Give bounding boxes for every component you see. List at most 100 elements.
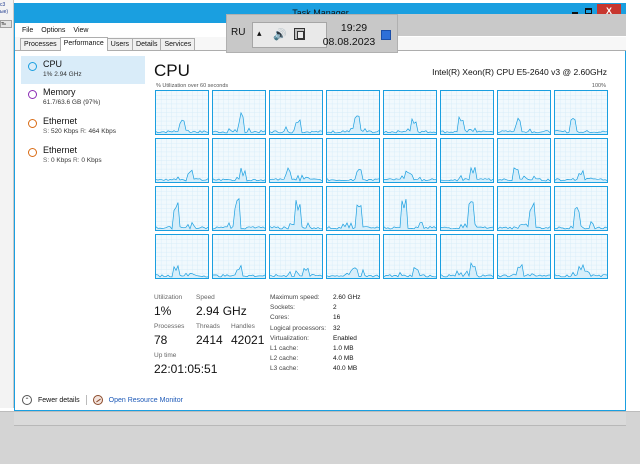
network-icon[interactable] — [294, 28, 305, 40]
resource-monitor-icon — [92, 395, 103, 405]
background-text-fragment: ые) — [0, 9, 9, 15]
taskbar-empty-area — [398, 14, 626, 36]
taskbar — [0, 411, 640, 464]
background-window-left: c3 ые) ть — [0, 0, 14, 408]
menu-view[interactable]: View — [73, 27, 88, 34]
logical-processor-graph — [554, 90, 608, 135]
chevron-up-icon[interactable]: ⌃ — [22, 395, 32, 405]
logical-processor-graph — [440, 138, 494, 183]
speed-label: Speed — [196, 294, 215, 301]
handles-label: Handles — [231, 323, 255, 330]
resource-item-ethernet-2[interactable]: Ethernet S: 0 Kbps R: 0 Kbps — [21, 142, 145, 171]
logical-processor-graph — [497, 186, 551, 231]
threads-label: Threads — [196, 323, 220, 330]
resource-item-cpu[interactable]: CPU 1% 2.94 GHz — [21, 56, 145, 84]
logical-processor-graph — [155, 90, 209, 135]
logical-processor-graph — [326, 186, 380, 231]
resource-item-memory[interactable]: Memory 61.7/63.6 GB (97%) — [21, 84, 145, 113]
background-window-right — [626, 0, 640, 408]
processes-label: Processes — [154, 323, 185, 330]
logical-processor-graph — [554, 138, 608, 183]
footer-divider — [85, 395, 87, 405]
speed-value: 2.94 GHz — [196, 304, 247, 318]
spec-label: Maximum speed: — [270, 294, 320, 301]
tab-processes[interactable]: Processes — [20, 38, 61, 50]
utilization-graph-max: 100% — [591, 83, 606, 89]
logical-processor-graph — [383, 186, 437, 231]
resource-name: Ethernet — [43, 145, 78, 155]
resource-name: Ethernet — [43, 116, 78, 126]
background-button-fragment[interactable]: ть — [0, 20, 12, 28]
tab-details[interactable]: Details — [132, 38, 162, 50]
threads-value: 2414 — [196, 333, 223, 347]
logical-processor-graph — [326, 90, 380, 135]
utilization-graph-label: % Utilization over 60 seconds — [156, 83, 229, 89]
spec-value: 40.0 MB — [333, 365, 358, 373]
menu-file[interactable]: File — [22, 27, 33, 34]
logical-processor-graph — [326, 234, 380, 279]
logical-processor-graph — [497, 90, 551, 135]
task-manager-window: Task Manager X File Options View Process… — [14, 3, 626, 411]
logical-processor-graph — [554, 186, 608, 231]
clock-date[interactable]: 08.08.2023 — [320, 36, 378, 48]
show-hidden-icons-chevron-icon[interactable]: ▴ — [257, 28, 262, 39]
resource-name: Memory — [43, 87, 76, 97]
resource-subtext: 61.7/63.6 GB (97%) — [43, 99, 101, 106]
resource-list: CPU 1% 2.94 GHz Memory 61.7/63.6 GB (97%… — [21, 56, 145, 176]
spec-label: L3 cache: — [270, 365, 299, 373]
menu-options[interactable]: Options — [41, 27, 65, 34]
fewer-details-link[interactable]: Fewer details — [38, 397, 80, 404]
spec-value: 2.60 GHz — [333, 294, 361, 301]
tab-services[interactable]: Services — [160, 38, 196, 50]
logical-processor-graph — [440, 90, 494, 135]
open-resource-monitor-link[interactable]: Open Resource Monitor — [109, 397, 183, 404]
logical-processor-graph — [383, 90, 437, 135]
logical-processor-graph — [269, 186, 323, 231]
logical-processor-graph — [440, 186, 494, 231]
logical-processor-graph — [155, 138, 209, 183]
tab-users[interactable]: Users — [106, 38, 134, 50]
logical-processor-graph — [155, 234, 209, 279]
logical-processor-graph — [155, 186, 209, 231]
uptime-value: 22:01:05:51 — [154, 362, 218, 376]
resource-subtext: 1% 2.94 GHz — [43, 71, 82, 78]
spec-label: L1 cache: — [270, 345, 299, 352]
spec-label: Sockets: — [270, 304, 295, 312]
handles-value: 42021 — [231, 333, 265, 347]
logical-processor-graph — [212, 138, 266, 183]
spec-label: Virtualization: — [270, 334, 309, 342]
resource-name: CPU — [43, 59, 63, 69]
logical-processor-graph — [554, 234, 608, 279]
speaker-icon[interactable]: 🔊 — [273, 28, 287, 41]
logical-processor-graph — [212, 234, 266, 279]
footer-bar: ⌃ Fewer details Open Resource Monitor — [15, 390, 626, 410]
cpu-heading: CPU — [154, 61, 190, 80]
ethernet-ring-icon — [28, 148, 37, 157]
logical-processor-graphs[interactable] — [155, 90, 610, 281]
language-indicator[interactable]: RU — [231, 27, 245, 38]
cpu-model-name: Intel(R) Xeon(R) CPU E5-2640 v3 @ 2.60GH… — [432, 67, 607, 77]
background-text-fragment: c3 — [0, 2, 6, 8]
logical-processor-graph — [212, 90, 266, 135]
spec-value: Enabled — [333, 334, 357, 342]
spec-value: 2 — [333, 304, 337, 312]
logical-processor-graph — [269, 234, 323, 279]
utilization-label: Utilization — [154, 294, 183, 301]
memory-ring-icon — [28, 90, 37, 99]
uptime-label: Up time — [154, 352, 177, 359]
logical-processor-graph — [326, 138, 380, 183]
show-desktop-icon[interactable] — [381, 30, 391, 40]
tab-performance[interactable]: Performance — [59, 37, 108, 51]
logical-processor-graph — [440, 234, 494, 279]
logical-processor-graph — [269, 90, 323, 135]
resource-item-ethernet-1[interactable]: Ethernet S: 520 Kbps R: 464 Kbps — [21, 113, 145, 142]
maximize-icon — [584, 7, 592, 14]
resource-subtext: S: 520 Kbps R: 464 Kbps — [43, 128, 117, 135]
clock-time[interactable]: 19:29 — [332, 22, 376, 34]
logical-processor-graph — [212, 186, 266, 231]
logical-processor-graph — [497, 138, 551, 183]
logical-processor-graph — [497, 234, 551, 279]
logical-processor-graph — [383, 234, 437, 279]
tray-icons-area — [252, 22, 327, 48]
spec-value: 32 — [333, 324, 341, 332]
